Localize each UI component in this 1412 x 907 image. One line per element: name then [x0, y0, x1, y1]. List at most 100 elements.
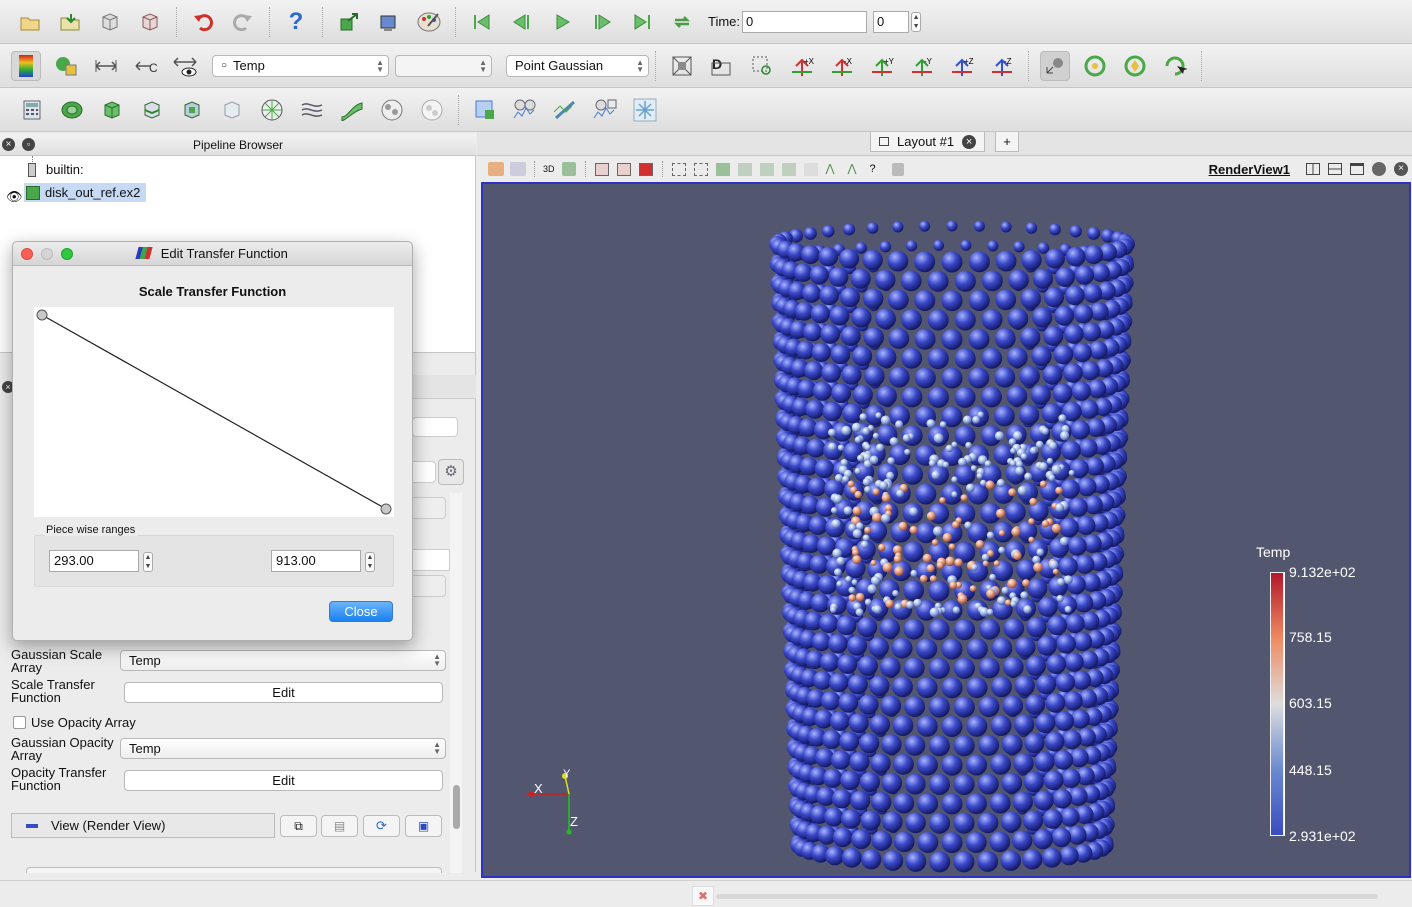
edit-scale-tf-button[interactable]: Edit	[124, 682, 443, 703]
transfer-function-control-point[interactable]	[36, 309, 48, 321]
contour-icon[interactable]	[57, 95, 87, 125]
reload-defaults-icon[interactable]: ⟳	[363, 815, 400, 837]
show-orientation-axes-icon[interactable]	[1040, 50, 1070, 81]
render-view-name[interactable]: RenderView1	[1209, 162, 1290, 177]
shrink-selection-icon[interactable]	[759, 162, 774, 176]
histogram-icon[interactable]	[590, 95, 620, 125]
camera-undo-icon[interactable]	[561, 162, 576, 176]
component-select[interactable]: ▲ ▼	[395, 54, 492, 77]
save-data-icon[interactable]	[95, 7, 125, 37]
close-dialog-button[interactable]: Close	[329, 601, 393, 622]
pipeline-source-item[interactable]: disk_out_ref.ex2	[24, 183, 147, 202]
close-tab-icon[interactable]: ×	[962, 134, 977, 149]
range-min-input[interactable]: 293.00	[49, 550, 139, 572]
extract-level-icon[interactable]	[417, 95, 447, 125]
snowflake-icon[interactable]	[630, 95, 660, 125]
redo-icon[interactable]	[228, 7, 258, 37]
interact-select-icon[interactable]	[488, 162, 504, 176]
undo-icon[interactable]	[188, 7, 218, 37]
disconnect-icon[interactable]	[374, 7, 404, 37]
previous-frame-icon[interactable]	[507, 7, 537, 37]
representation-select[interactable]: Point Gaussian ▲ ▼	[506, 54, 649, 77]
set-view-plus-x-icon[interactable]: +X	[787, 51, 817, 81]
connect-icon[interactable]	[334, 7, 364, 37]
time-step-spinbox[interactable]: 0	[873, 10, 910, 33]
advanced-gear-icon[interactable]: ⚙	[438, 459, 464, 485]
time-input[interactable]: 0	[742, 10, 868, 33]
panel-close-icon[interactable]: ×	[2, 138, 15, 151]
slice-icon[interactable]	[137, 95, 167, 125]
rotate-plus-90-icon[interactable]	[1080, 51, 1110, 81]
close-window-icon[interactable]	[21, 248, 33, 260]
open-icon[interactable]	[15, 7, 45, 37]
add-layout-tab[interactable]: +	[995, 132, 1019, 152]
warp-by-vector-icon[interactable]	[337, 95, 367, 125]
toggle-3d-button[interactable]: 3D	[543, 164, 555, 174]
layout-tab[interactable]: Layout #1 ×	[870, 132, 986, 152]
clear-selection-icon[interactable]	[781, 162, 796, 176]
glyph-icon[interactable]	[257, 95, 287, 125]
maximize-icon[interactable]	[1350, 163, 1364, 175]
hidden-combo-3[interactable]	[410, 575, 446, 597]
time-step-arrows[interactable]: ▲ ▼	[911, 11, 922, 32]
hover-points-icon[interactable]: ⋀	[826, 163, 840, 176]
scrollbar-thumb[interactable]	[453, 785, 460, 829]
color-array-select[interactable]: ○ Temp ▲ ▼	[212, 54, 389, 77]
help-icon[interactable]: ?	[281, 7, 311, 37]
stream-tracer-icon[interactable]	[297, 95, 327, 125]
plot-data-icon[interactable]	[550, 95, 580, 125]
select-points-icon[interactable]	[616, 162, 631, 176]
paste-properties-icon[interactable]: ▤	[321, 815, 358, 837]
hidden-combo-1[interactable]	[410, 497, 446, 519]
save-defaults-icon[interactable]: ▣	[405, 815, 442, 837]
render-view[interactable]: X Y Z Temp 9.132e+02 758.15 603.15 448.1…	[481, 182, 1411, 878]
visibility-eye-icon[interactable]: 👁	[6, 189, 23, 205]
rotate-minus-90-icon[interactable]	[1120, 51, 1150, 81]
zoom-window-icon[interactable]	[61, 248, 73, 260]
range-max-input[interactable]: 913.00	[271, 550, 361, 572]
set-view-minus-z-icon[interactable]: -Z	[987, 51, 1017, 81]
loop-icon[interactable]	[667, 7, 697, 37]
set-view-minus-y-icon[interactable]: -Y	[907, 51, 937, 81]
interactive-select-icon[interactable]	[715, 162, 730, 176]
extract-selection-icon[interactable]	[803, 162, 818, 176]
lock-icon[interactable]	[891, 162, 904, 176]
gaussian-scale-array-select[interactable]: Temp ▲ ▼	[120, 650, 446, 671]
interact-select-2-icon[interactable]	[510, 162, 526, 176]
select-cells-icon[interactable]	[594, 162, 609, 176]
select-cells-on-icon[interactable]	[470, 95, 500, 125]
range-max-stepper[interactable]: ▲ ▼	[365, 552, 375, 572]
split-horizontal-icon[interactable]	[1306, 163, 1320, 175]
grow-selection-icon[interactable]	[737, 162, 752, 176]
select-block-icon[interactable]	[671, 162, 686, 176]
rescale-range-icon[interactable]	[91, 51, 121, 81]
color-legend-icon[interactable]	[51, 51, 81, 81]
pipeline-root-item[interactable]: builtin:	[28, 162, 84, 177]
save-state-icon[interactable]	[135, 7, 165, 37]
clip-icon[interactable]	[97, 95, 127, 125]
use-opacity-array-checkbox[interactable]	[13, 716, 26, 729]
pick-center-icon[interactable]	[1160, 51, 1190, 81]
close-view-icon[interactable]: ×	[1394, 162, 1408, 176]
extract-subset-icon[interactable]	[217, 95, 247, 125]
group-datasets-icon[interactable]	[377, 95, 407, 125]
set-view-plus-z-icon[interactable]: +Z	[947, 51, 977, 81]
zoom-to-data-icon[interactable]: D	[707, 51, 737, 81]
query-icon[interactable]: ?	[870, 163, 884, 176]
properties-search[interactable]	[412, 417, 458, 437]
split-vertical-icon[interactable]	[1328, 163, 1342, 175]
calculator-icon[interactable]	[17, 95, 47, 125]
transfer-function-control-point[interactable]	[380, 503, 392, 515]
next-frame-icon[interactable]	[587, 7, 617, 37]
hidden-field-2[interactable]	[410, 549, 450, 571]
gaussian-opacity-array-select[interactable]: Temp ▲ ▼	[120, 738, 446, 759]
transfer-function-editor[interactable]	[34, 307, 394, 517]
load-state-icon[interactable]	[55, 7, 85, 37]
zoom-to-box-icon[interactable]	[747, 51, 777, 81]
set-view-minus-x-icon[interactable]: -X	[827, 51, 857, 81]
color-map-editor-icon[interactable]	[11, 50, 41, 81]
view-section-header[interactable]: View (Render View)	[11, 813, 275, 838]
first-frame-icon[interactable]	[467, 7, 497, 37]
select-polygon-icon[interactable]	[693, 162, 708, 176]
plot-over-line-icon[interactable]	[510, 95, 540, 125]
